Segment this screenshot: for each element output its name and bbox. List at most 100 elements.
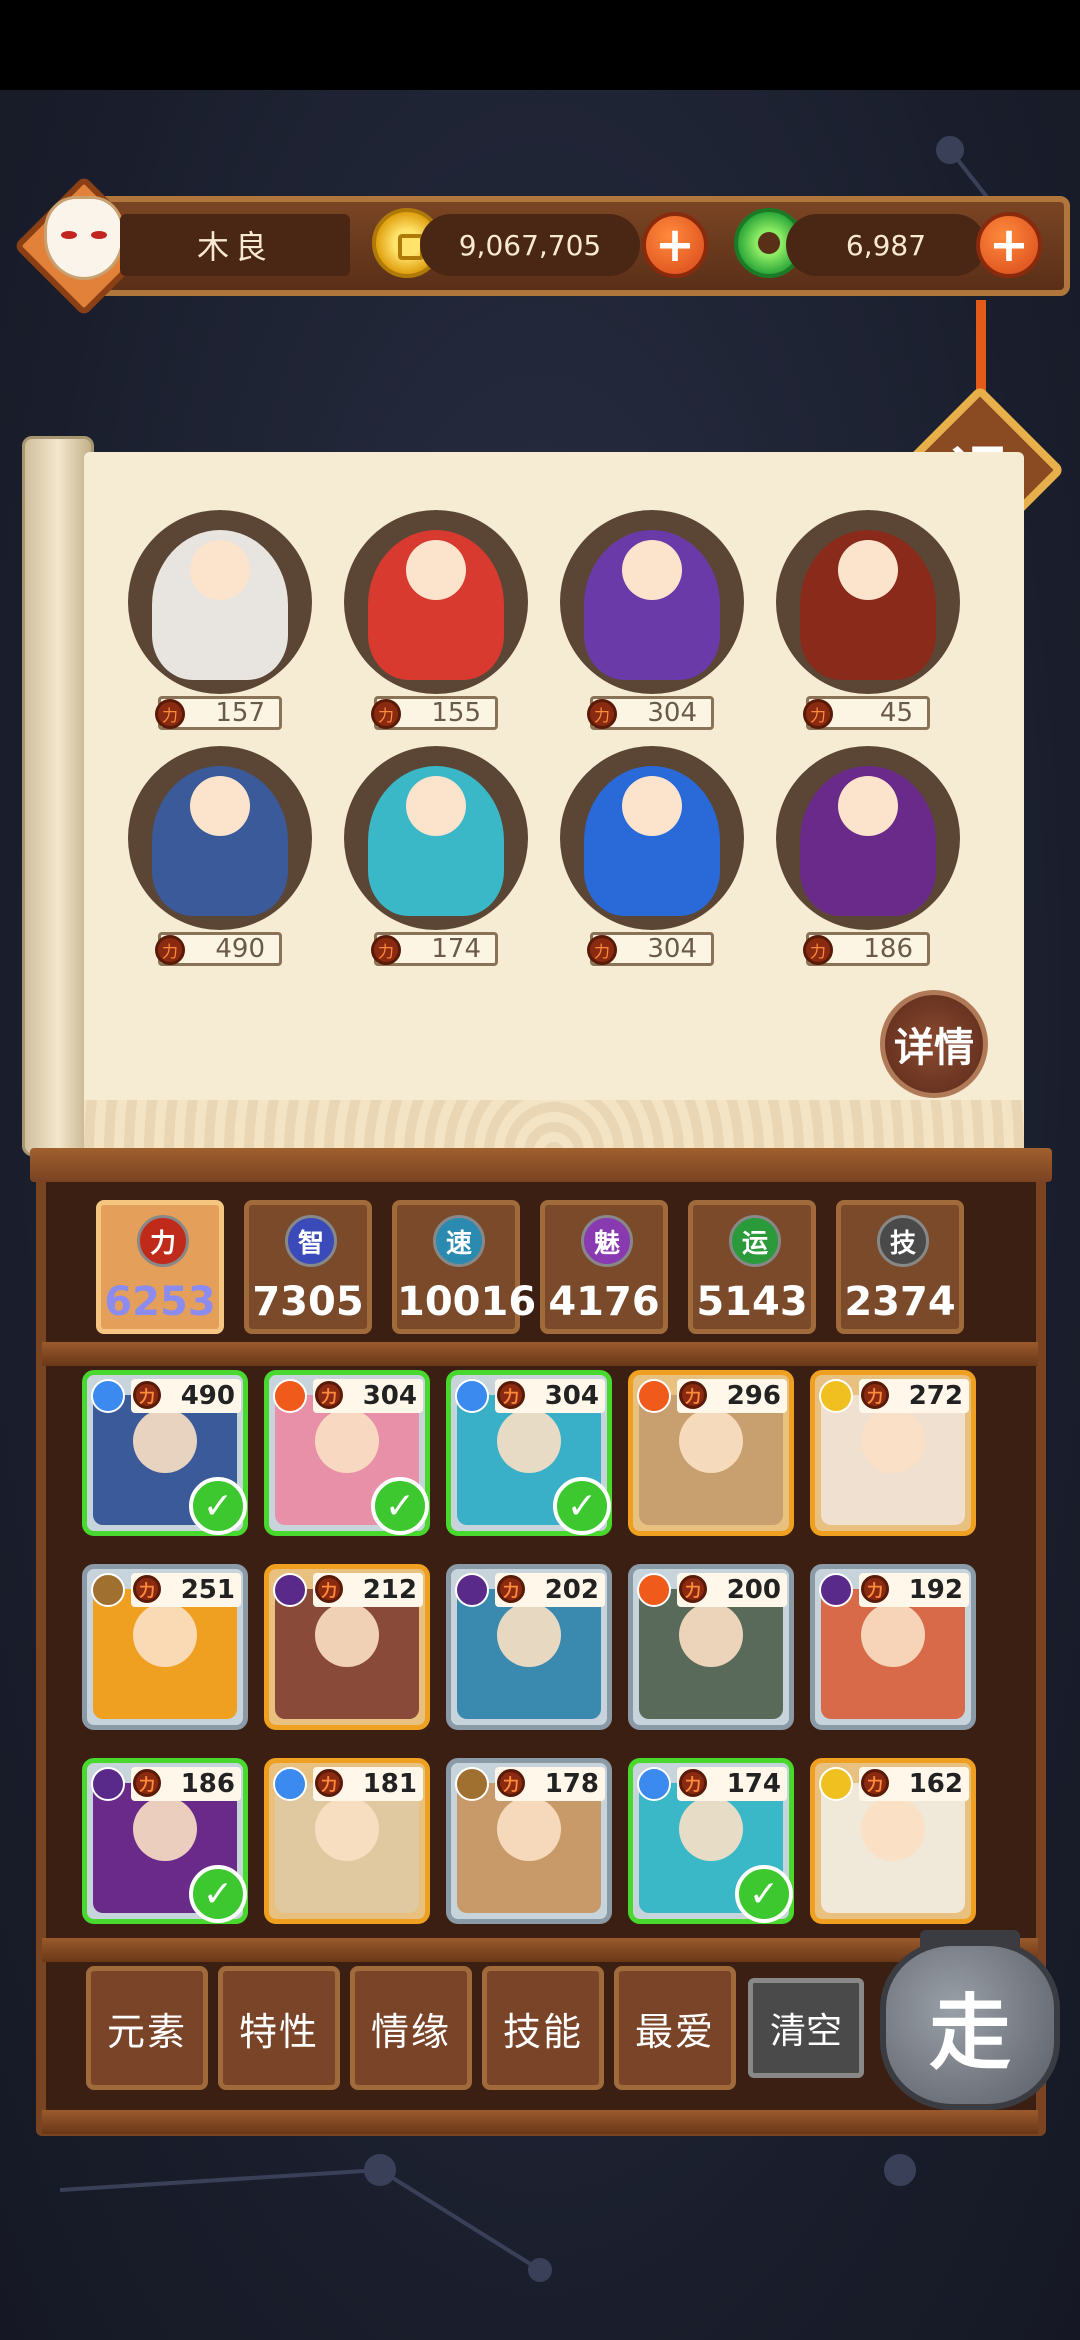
team-member[interactable]: 力 174 [336,746,536,976]
power-icon: 力 [497,1575,525,1603]
team-member-power: 力 304 [587,696,714,730]
power-value: 272 [908,1381,963,1411]
power-icon: 力 [155,935,185,965]
hero-card[interactable]: 力 178 [446,1758,612,1924]
hero-portrait [800,530,936,680]
power-value: 304 [647,934,697,964]
power-value: 202 [544,1575,599,1605]
jade-amount: 6,987 [786,214,986,276]
team-member[interactable]: 力 304 [552,746,752,976]
stat-tab[interactable]: 速 10016 [392,1200,537,1334]
go-button[interactable]: 走 [880,1930,1060,2120]
team-member-power: 力 157 [155,696,282,730]
hero-portrait [275,1589,419,1719]
stat-tab[interactable]: 力 6253 [96,1200,224,1334]
hero-power: 力 162 [859,1767,969,1801]
element-fire-icon [637,1379,671,1413]
hero-card[interactable]: 力 490 ✓ [82,1370,248,1536]
filter-button[interactable]: 技能 [482,1966,604,2090]
hero-portrait [457,1783,601,1913]
power-value: 192 [908,1575,963,1605]
hero-card[interactable]: 力 186 ✓ [82,1758,248,1924]
hero-power: 力 304 [313,1379,423,1413]
stat-tab[interactable]: 魅 4176 [540,1200,668,1334]
hero-portrait [639,1589,783,1719]
power-value: 162 [908,1769,963,1799]
power-value: 200 [726,1575,781,1605]
filter-button[interactable]: 元素 [86,1966,208,2090]
element-dark-icon [455,1573,489,1607]
cabinet-top-rail [30,1148,1052,1182]
team-member[interactable]: 力 157 [120,510,320,740]
hero-portrait [275,1783,419,1913]
player-name: 木良 [120,214,350,276]
hero-card[interactable]: 力 304 ✓ [264,1370,430,1536]
power-value: 45 [879,698,913,728]
hero-card[interactable]: 力 192 [810,1564,976,1730]
hero-portrait [821,1395,965,1525]
power-icon: 力 [861,1575,889,1603]
hero-card[interactable]: 力 181 [264,1758,430,1924]
element-earth-icon [91,1573,125,1607]
filter-button[interactable]: 最爱 [614,1966,736,2090]
hero-portrait [93,1589,237,1719]
power-icon: 力 [587,699,617,729]
detail-button[interactable]: 详情 [880,990,988,1098]
stat-value: 4176 [548,1279,660,1325]
hero-card[interactable]: 力 162 [810,1758,976,1924]
team-member[interactable]: 力 186 [768,746,968,976]
hero-portrait [457,1589,601,1719]
power-icon: 力 [679,1381,707,1409]
filter-button[interactable]: 特性 [218,1966,340,2090]
stat-badge: 智 [285,1215,337,1267]
team-member[interactable]: 力 45 [768,510,968,740]
element-earth-icon [455,1767,489,1801]
team-member[interactable]: 力 155 [336,510,536,740]
team-member-power: 力 45 [803,696,930,730]
add-gold-button[interactable]: + [642,212,708,278]
team-member-power: 力 490 [155,932,282,966]
hero-power: 力 202 [495,1573,605,1607]
power-value: 186 [180,1769,235,1799]
power-value: 181 [362,1769,417,1799]
cabinet-shelf [42,1342,1038,1366]
hero-portrait [821,1589,965,1719]
power-icon: 力 [861,1769,889,1797]
power-value: 186 [863,934,913,964]
add-jade-button[interactable]: + [976,212,1042,278]
hero-card[interactable]: 力 174 ✓ [628,1758,794,1924]
stat-tab[interactable]: 技 2374 [836,1200,964,1334]
power-value: 304 [647,698,697,728]
filter-button[interactable]: 情缘 [350,1966,472,2090]
hero-card[interactable]: 力 251 [82,1564,248,1730]
element-water-icon [273,1767,307,1801]
hero-card[interactable]: 力 202 [446,1564,612,1730]
hero-card[interactable]: 力 200 [628,1564,794,1730]
element-water-icon [455,1379,489,1413]
hero-card[interactable]: 力 296 [628,1370,794,1536]
hero-power: 力 490 [131,1379,241,1413]
power-value: 174 [431,934,481,964]
hero-portrait [152,530,288,680]
hero-portrait [584,766,720,916]
team-member-power: 力 174 [371,932,498,966]
element-light-icon [819,1379,853,1413]
hero-power: 力 178 [495,1767,605,1801]
hero-roster: 力 490 ✓ 力 304 ✓ 力 304 ✓ 力 296 力 272 力 251 力 212 力 202 力 200 力… [82,1370,1002,1930]
team-member[interactable]: 力 490 [120,746,320,976]
power-value: 490 [215,934,265,964]
hero-power: 力 212 [313,1573,423,1607]
hero-power: 力 296 [677,1379,787,1413]
stat-value: 10016 [397,1279,537,1325]
stat-tab[interactable]: 运 5143 [688,1200,816,1334]
clear-button[interactable]: 清空 [748,1978,864,2078]
status-bar-area [0,0,1080,90]
hero-card[interactable]: 力 212 [264,1564,430,1730]
gold-amount: 9,067,705 [420,214,640,276]
hero-card[interactable]: 力 304 ✓ [446,1370,612,1536]
team-member[interactable]: 力 304 [552,510,752,740]
element-water-icon [91,1379,125,1413]
stat-tab[interactable]: 智 7305 [244,1200,372,1334]
selected-check-icon: ✓ [189,1477,247,1535]
hero-card[interactable]: 力 272 [810,1370,976,1536]
